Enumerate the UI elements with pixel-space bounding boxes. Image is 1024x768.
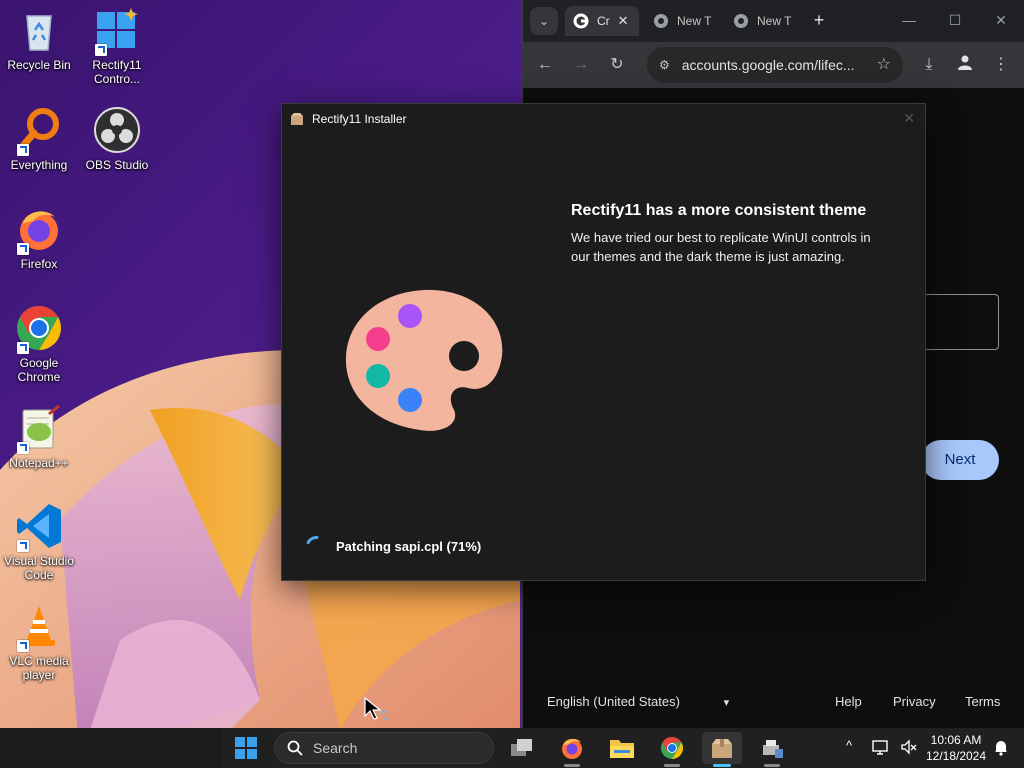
- new-tab-button[interactable]: +: [809, 10, 829, 30]
- back-button[interactable]: ←: [533, 53, 557, 77]
- chrome-icon: [661, 737, 683, 759]
- forward-button[interactable]: →: [569, 53, 593, 77]
- installer-window[interactable]: Rectify11 Installer ✕ Rectify11 has a mo…: [281, 103, 926, 581]
- shortcut-arrow-icon: [95, 44, 107, 56]
- reload-button[interactable]: ↻: [605, 53, 629, 77]
- remote-display-icon[interactable]: [872, 738, 890, 759]
- start-button[interactable]: [226, 732, 266, 764]
- site-info-icon[interactable]: ⚙: [659, 58, 670, 72]
- shortcut-arrow-icon: [17, 442, 29, 454]
- installer-box-icon: [291, 113, 303, 125]
- mouse-cursor-icon: [364, 697, 388, 720]
- show-hidden-icons-chevron[interactable]: ^: [846, 738, 852, 753]
- desktop-icon-rectify11-control[interactable]: Rectify11 Contro...: [78, 6, 156, 86]
- url-text: accounts.google.com/lifec...: [681, 57, 855, 73]
- shortcut-arrow-icon: [17, 342, 29, 354]
- desktop-icon-label: Google Chrome: [17, 356, 61, 384]
- tab-title: New T: [757, 14, 792, 28]
- desktop-icon-everything[interactable]: Everything: [0, 106, 78, 172]
- file-explorer-icon: [610, 740, 634, 758]
- chrome-favicon: [653, 13, 669, 29]
- desktop-icon-google-chrome[interactable]: Google Chrome: [0, 304, 78, 384]
- taskbar-network-printer[interactable]: [752, 732, 792, 767]
- shortcut-arrow-icon: [17, 144, 29, 156]
- desktop-icon-label: VLC media player: [9, 654, 69, 682]
- tab-search-button[interactable]: ⌄: [530, 7, 558, 35]
- desktop-icon-obs-studio[interactable]: OBS Studio: [78, 106, 156, 172]
- desktop-icon-label: Visual Studio Code: [4, 554, 74, 582]
- system-clock[interactable]: 10:06 AM 12/18/2024: [920, 732, 992, 764]
- chrome-tab-strip: ⌄ Cr ✕ New T New T + — ☐ ✕: [523, 0, 1024, 42]
- desktop-icon-recycle-bin[interactable]: Recycle Bin: [0, 6, 78, 72]
- desktop-icon-firefox[interactable]: Firefox: [0, 205, 78, 271]
- footer-link-terms[interactable]: Terms: [965, 694, 1000, 709]
- footer-link-help[interactable]: Help: [835, 694, 862, 709]
- shortcut-arrow-icon: [17, 243, 29, 255]
- task-view-icon: [511, 739, 532, 756]
- close-icon[interactable]: ✕: [903, 110, 915, 127]
- tab-close-icon[interactable]: ✕: [618, 13, 629, 29]
- desktop-icon-vlc[interactable]: VLC media player: [0, 602, 78, 682]
- desktop-icon-visual-studio-code[interactable]: Visual Studio Code: [0, 502, 78, 582]
- installer-title: Rectify11 Installer: [312, 112, 407, 126]
- desktop-icon-notepadplusplus[interactable]: Notepad++: [0, 404, 78, 470]
- shortcut-arrow-icon: [17, 540, 29, 552]
- rectify11-installer-icon: [712, 739, 732, 758]
- tab-google-account[interactable]: Cr ✕: [565, 6, 639, 36]
- desktop-icon-label: Everything: [10, 158, 68, 172]
- maximize-button[interactable]: ☐: [945, 10, 965, 30]
- download-icon[interactable]: ⤓: [917, 53, 941, 77]
- account-input-field[interactable]: [923, 294, 999, 350]
- paint-palette-icon: [345, 289, 503, 431]
- firefox-icon: [562, 738, 582, 759]
- desktop-icon-label: Firefox: [20, 257, 58, 271]
- loading-spinner-icon: [302, 532, 330, 560]
- bookmark-star-icon[interactable]: ☆: [877, 54, 891, 74]
- notification-bell-icon[interactable]: [993, 738, 1009, 759]
- taskbar-chrome[interactable]: [652, 732, 692, 767]
- taskbar-file-explorer[interactable]: [602, 732, 642, 764]
- close-button[interactable]: ✕: [991, 10, 1011, 30]
- address-bar[interactable]: ⚙ accounts.google.com/lifec... ☆: [647, 47, 903, 83]
- chevron-down-icon: ▾: [723, 697, 730, 709]
- desktop-icon-label: Rectify11 Contro...: [92, 58, 142, 86]
- taskbar-firefox[interactable]: [552, 732, 592, 767]
- taskbar: Search ^ 10:06 AM 12/18/2024: [0, 728, 1024, 768]
- installer-description: We have tried our best to replicate WinU…: [571, 230, 871, 264]
- tab-new-tab-2[interactable]: New T: [733, 6, 805, 36]
- next-button[interactable]: Next: [921, 440, 999, 480]
- taskbar-rectify11-installer[interactable]: [702, 732, 742, 767]
- shortcut-arrow-icon: [17, 640, 29, 652]
- search-icon: [287, 740, 303, 756]
- chrome-toolbar: ← → ↻ ⚙ accounts.google.com/lifec... ☆ ⤓…: [523, 42, 1024, 88]
- language-selector[interactable]: English (United States) ▾: [547, 694, 729, 709]
- desktop-icon-label: Notepad++: [9, 456, 69, 470]
- desktop-icon-label: Recycle Bin: [7, 58, 71, 72]
- chrome-menu-icon[interactable]: ⋮: [989, 53, 1013, 77]
- obs-studio-icon: [94, 107, 140, 153]
- desktop-icon-label: OBS Studio: [85, 158, 149, 172]
- tab-new-tab-1[interactable]: New T: [653, 6, 725, 36]
- installer-heading: Rectify11 has a more consistent theme: [571, 202, 867, 219]
- footer-link-privacy[interactable]: Privacy: [893, 694, 936, 709]
- progress-status: Patching sapi.cpl (71%): [336, 538, 482, 554]
- google-g-icon: [573, 13, 589, 29]
- clock-time: 10:06 AM: [930, 733, 982, 747]
- tab-title: New T: [677, 14, 712, 28]
- recycle-bin-icon: [26, 15, 52, 51]
- taskbar-search[interactable]: Search: [274, 732, 494, 764]
- search-label: Search: [313, 740, 358, 756]
- installer-titlebar[interactable]: Rectify11 Installer ✕: [282, 104, 925, 134]
- printer-network-icon: [763, 740, 783, 758]
- tab-title: Cr: [597, 14, 610, 28]
- sound-muted-icon[interactable]: [900, 738, 918, 759]
- installer-progress: Patching sapi.cpl (71%): [302, 532, 482, 560]
- profile-icon[interactable]: [953, 53, 977, 77]
- language-label: English (United States): [547, 694, 680, 709]
- minimize-button[interactable]: —: [899, 10, 919, 30]
- clock-date: 12/18/2024: [925, 749, 987, 763]
- chrome-favicon: [733, 13, 749, 29]
- windows-logo-icon: [235, 737, 257, 759]
- task-view-button[interactable]: [502, 732, 542, 764]
